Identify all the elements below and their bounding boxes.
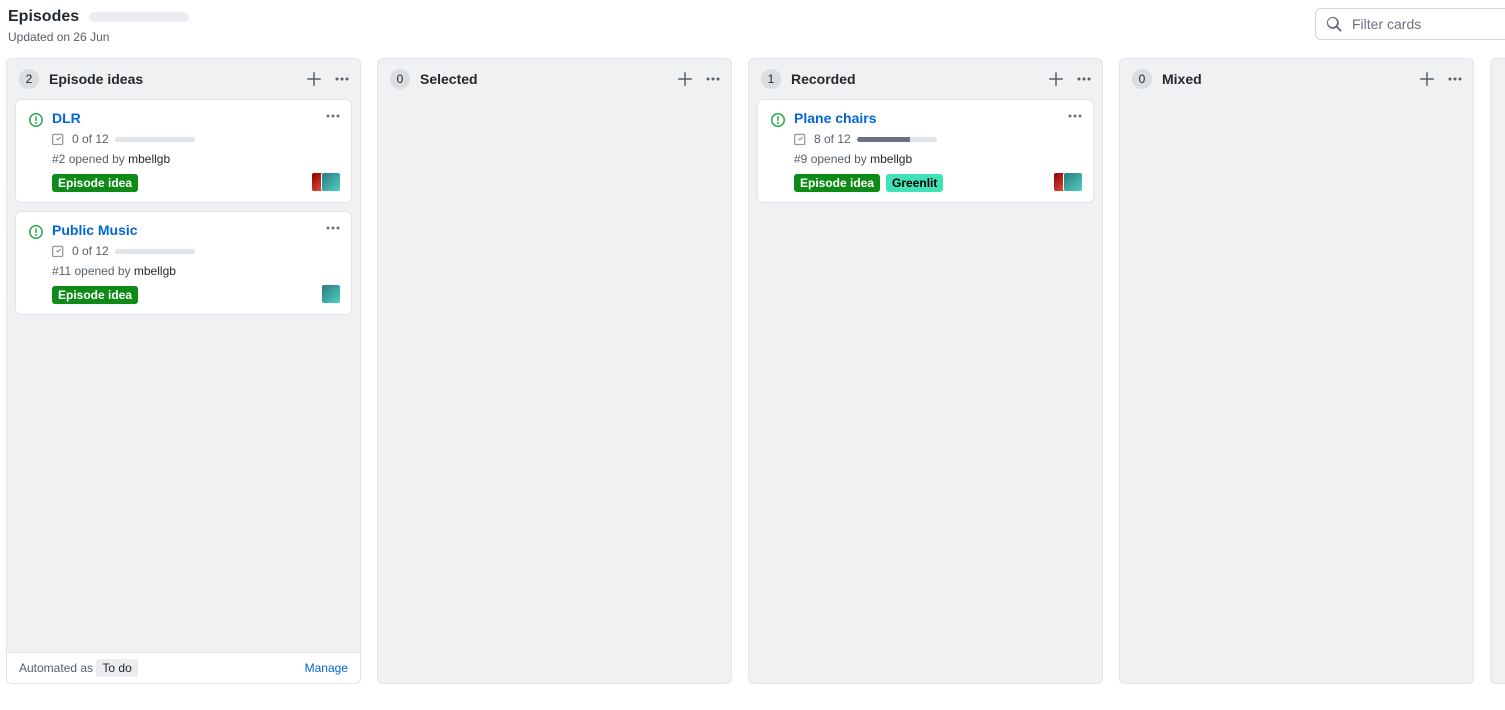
column-title: Episode ideas [49, 71, 143, 87]
tasks-text: 0 of 12 [72, 244, 109, 258]
column-automation-footer: Automated as To do Manage [7, 652, 360, 683]
column-selected: 0 Selected [377, 58, 732, 684]
kebab-icon [1076, 71, 1092, 87]
manage-automation-link[interactable]: Manage [305, 661, 348, 675]
column-menu-button[interactable] [705, 71, 721, 87]
search-icon [1326, 16, 1342, 32]
avatar[interactable] [1063, 172, 1083, 192]
plus-icon [1419, 71, 1435, 87]
card-dlr[interactable]: DLR 0 of 12 #2 opened by [15, 99, 352, 203]
board-title: Episodes [8, 8, 79, 26]
checklist-icon [794, 132, 808, 146]
progress-bar [115, 137, 195, 142]
avatar[interactable] [321, 284, 341, 304]
tasks-text: 8 of 12 [814, 132, 851, 146]
automation-status-pill: To do [96, 659, 137, 677]
column-mixed: 0 Mixed [1119, 58, 1474, 684]
card-title-link[interactable]: Public Music [52, 222, 138, 238]
checklist-icon [52, 132, 66, 146]
column-title: Mixed [1162, 71, 1202, 87]
column-recorded: 1 Recorded Plane chairs [748, 58, 1103, 684]
card-title-link[interactable]: Plane chairs [794, 110, 877, 126]
updated-text: Updated on 26 Jun [8, 30, 189, 44]
avatar[interactable] [321, 172, 341, 192]
checklist-icon [52, 244, 66, 258]
column-menu-button[interactable] [1447, 71, 1463, 87]
issue-open-icon [28, 112, 44, 128]
title-placeholder-bar [89, 12, 189, 22]
card-meta: #11 opened by mbellgb [52, 264, 339, 278]
assignee-avatars[interactable] [321, 284, 341, 304]
plus-icon [306, 71, 322, 87]
column-title: Recorded [791, 71, 856, 87]
add-card-button[interactable] [306, 71, 322, 87]
column-partial [1490, 58, 1505, 684]
label-episode-idea[interactable]: Episode idea [52, 286, 138, 304]
issue-open-icon [770, 112, 786, 128]
author-link[interactable]: mbellgb [870, 152, 912, 166]
card-meta: #2 opened by mbellgb [52, 152, 339, 166]
plus-icon [677, 71, 693, 87]
card-title-link[interactable]: DLR [52, 110, 81, 126]
column-menu-button[interactable] [1076, 71, 1092, 87]
filter-cards-input[interactable] [1350, 15, 1495, 33]
progress-bar [857, 137, 937, 142]
plus-icon [1048, 71, 1064, 87]
column-menu-button[interactable] [334, 71, 350, 87]
author-link[interactable]: mbellgb [134, 264, 176, 278]
label-episode-idea[interactable]: Episode idea [52, 174, 138, 192]
add-card-button[interactable] [1419, 71, 1435, 87]
card-public-music[interactable]: Public Music 0 of 12 #11 opened [15, 211, 352, 315]
add-card-button[interactable] [677, 71, 693, 87]
task-progress: 0 of 12 [52, 244, 339, 258]
task-progress: 0 of 12 [52, 132, 339, 146]
kebab-icon [1067, 108, 1083, 124]
issue-open-icon [28, 224, 44, 240]
project-board: 2 Episode ideas DLR [6, 44, 1505, 684]
card-meta: #9 opened by mbellgb [794, 152, 1081, 166]
automation-prefix: Automated as [19, 661, 93, 675]
task-progress: 8 of 12 [794, 132, 1081, 146]
label-episode-idea[interactable]: Episode idea [794, 174, 880, 192]
assignee-avatars[interactable] [1053, 172, 1083, 192]
column-episode-ideas: 2 Episode ideas DLR [6, 58, 361, 684]
kebab-icon [705, 71, 721, 87]
progress-bar [115, 249, 195, 254]
label-greenlit[interactable]: Greenlit [886, 174, 943, 192]
author-link[interactable]: mbellgb [128, 152, 170, 166]
assignee-avatars[interactable] [311, 172, 341, 192]
kebab-icon [334, 71, 350, 87]
kebab-icon [325, 220, 341, 236]
tasks-text: 0 of 12 [72, 132, 109, 146]
card-menu-button[interactable] [325, 220, 341, 239]
column-title: Selected [420, 71, 478, 87]
column-count: 1 [761, 69, 781, 89]
add-card-button[interactable] [1048, 71, 1064, 87]
card-menu-button[interactable] [1067, 108, 1083, 127]
kebab-icon [325, 108, 341, 124]
column-count: 2 [19, 69, 39, 89]
card-menu-button[interactable] [325, 108, 341, 127]
kebab-icon [1447, 71, 1463, 87]
column-count: 0 [1132, 69, 1152, 89]
card-plane-chairs[interactable]: Plane chairs 8 of 12 #9 opened b [757, 99, 1094, 203]
filter-cards-search[interactable] [1315, 8, 1505, 40]
column-count: 0 [390, 69, 410, 89]
